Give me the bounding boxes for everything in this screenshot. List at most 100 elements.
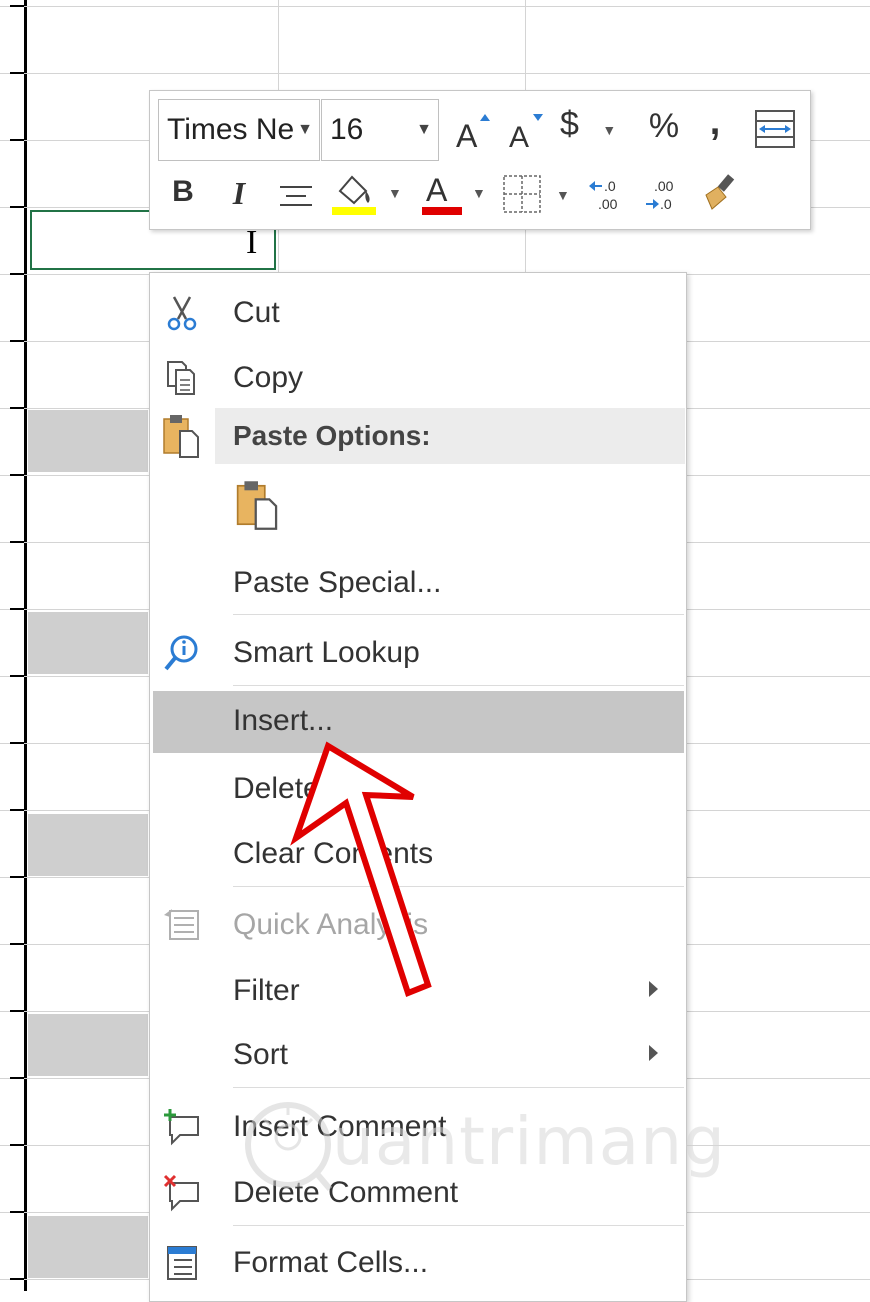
menu-item-label: Clear Contents xyxy=(233,837,434,870)
bold-icon: B xyxy=(172,175,194,208)
svg-text:A: A xyxy=(426,172,448,208)
watermark: uantrimang xyxy=(240,1085,725,1205)
menu-item-label: Quick Analysis xyxy=(233,908,429,941)
scissors-icon xyxy=(167,296,197,331)
smart-lookup-icon xyxy=(164,635,198,671)
currency-button[interactable]: $ ▼ xyxy=(560,105,630,155)
italic-icon: I xyxy=(232,175,246,211)
align-center-icon xyxy=(280,186,312,206)
fill-color-swatch xyxy=(332,207,376,215)
merge-center-icon xyxy=(755,110,795,148)
svg-text:A: A xyxy=(456,118,478,153)
font-size-value: 16 xyxy=(330,113,364,146)
paste-clipboard-icon xyxy=(236,481,278,530)
increase-decimal-icon: .0 .00 xyxy=(589,178,618,212)
svg-text:A: A xyxy=(509,121,529,153)
text-cursor-icon: I xyxy=(246,224,258,261)
chevron-down-icon[interactable]: ▼ xyxy=(416,100,432,160)
menu-item-filter[interactable]: Filter xyxy=(150,961,686,1021)
menu-item-label: Delete... xyxy=(233,772,345,805)
menu-separator xyxy=(233,614,684,615)
submenu-arrow-icon xyxy=(649,981,658,997)
merge-center-button[interactable] xyxy=(753,107,797,151)
format-painter-button[interactable] xyxy=(698,171,742,215)
delete-comment-icon xyxy=(163,1174,199,1212)
decrease-decimal-button[interactable]: .00 .0 xyxy=(644,175,684,215)
paste-options-label: Paste Options: xyxy=(233,420,431,451)
shaded-cell[interactable] xyxy=(28,410,148,472)
insert-comment-icon xyxy=(164,1109,199,1146)
paint-bucket-icon xyxy=(332,175,376,215)
menu-separator xyxy=(233,886,684,887)
chevron-down-icon[interactable]: ▼ xyxy=(472,185,486,201)
svg-text:.0: .0 xyxy=(660,196,672,212)
menu-item-paste-special[interactable]: Paste Special... xyxy=(150,553,686,613)
menu-item-label: Smart Lookup xyxy=(233,636,420,669)
row-line xyxy=(0,72,870,74)
shaded-cell[interactable] xyxy=(28,814,148,876)
watermark-logo-icon xyxy=(245,1102,332,1191)
menu-item-label: Cut xyxy=(233,296,280,329)
shrink-font-icon: A xyxy=(509,114,543,154)
menu-item-quick-analysis: Quick Analysis xyxy=(150,895,686,955)
bold-button[interactable]: B xyxy=(168,175,198,215)
menu-item-label: Insert... xyxy=(233,704,334,737)
decrease-decimal-icon: .00 .0 xyxy=(646,178,674,212)
menu-separator xyxy=(233,685,684,686)
fill-color-button[interactable]: ▼ xyxy=(330,169,402,219)
comma-style-button[interactable]: , xyxy=(700,101,730,147)
font-color-button[interactable]: A ▼ xyxy=(420,169,490,219)
submenu-arrow-icon xyxy=(649,1045,658,1061)
borders-icon xyxy=(503,175,541,213)
percent-button[interactable]: % xyxy=(642,107,686,153)
dollar-icon: $ xyxy=(560,105,579,143)
row-header-border xyxy=(0,0,27,1291)
font-name-box[interactable]: Times Ne ▼ xyxy=(158,99,320,161)
format-cells-icon xyxy=(167,1246,197,1280)
menu-item-cut[interactable]: Cut xyxy=(150,283,686,343)
percent-icon: % xyxy=(648,107,680,145)
menu-item-label: Paste Special... xyxy=(233,566,442,599)
comma-icon: , xyxy=(709,101,721,143)
menu-item-smart-lookup[interactable]: Smart Lookup xyxy=(150,623,686,683)
font-name-value: Times Ne xyxy=(167,113,295,146)
shaded-cell[interactable] xyxy=(28,1216,148,1278)
menu-item-sort[interactable]: Sort xyxy=(150,1025,686,1085)
increase-decimal-button[interactable]: .0 .00 xyxy=(588,175,628,215)
paste-button[interactable] xyxy=(232,479,284,531)
italic-button[interactable]: I xyxy=(224,175,254,215)
row-line xyxy=(0,5,870,7)
shrink-font-button[interactable]: A xyxy=(507,109,545,154)
shaded-cell[interactable] xyxy=(28,1014,148,1076)
borders-button[interactable]: ▼ xyxy=(502,173,572,217)
chevron-down-icon[interactable]: ▼ xyxy=(297,100,313,160)
watermark-text: uantrimang xyxy=(332,1103,726,1180)
menu-item-label: Copy xyxy=(233,361,304,394)
menu-item-insert[interactable]: Insert... xyxy=(153,691,684,753)
menu-item-label: Filter xyxy=(233,974,300,1007)
paste-options-header: Paste Options: xyxy=(215,408,685,464)
align-center-button[interactable] xyxy=(276,179,316,215)
menu-separator xyxy=(233,1225,684,1226)
menu-item-format-cells[interactable]: Format Cells... xyxy=(150,1233,686,1293)
menu-item-copy[interactable]: Copy xyxy=(150,348,686,408)
chevron-down-icon[interactable]: ▼ xyxy=(556,187,570,203)
font-color-icon: A xyxy=(422,172,462,215)
clipboard-icon xyxy=(163,415,199,458)
chevron-down-icon[interactable]: ▼ xyxy=(602,122,616,138)
menu-item-clear-contents[interactable]: Clear Contents xyxy=(150,824,686,884)
paintbrush-icon xyxy=(705,174,735,210)
copy-icon xyxy=(167,361,195,395)
menu-item-label: Sort xyxy=(233,1038,289,1071)
svg-text:.0: .0 xyxy=(604,178,616,194)
svg-text:.00: .00 xyxy=(654,178,674,194)
svg-text:.00: .00 xyxy=(598,196,618,212)
menu-item-label: Format Cells... xyxy=(233,1246,429,1279)
chevron-down-icon[interactable]: ▼ xyxy=(388,185,402,201)
shaded-cell[interactable] xyxy=(28,612,148,674)
quick-analysis-icon xyxy=(164,909,199,940)
menu-item-delete[interactable]: Delete... xyxy=(150,759,686,819)
grow-font-icon: A xyxy=(456,114,490,154)
font-size-box[interactable]: 16 ▼ xyxy=(321,99,439,161)
grow-font-button[interactable]: A xyxy=(454,109,492,154)
